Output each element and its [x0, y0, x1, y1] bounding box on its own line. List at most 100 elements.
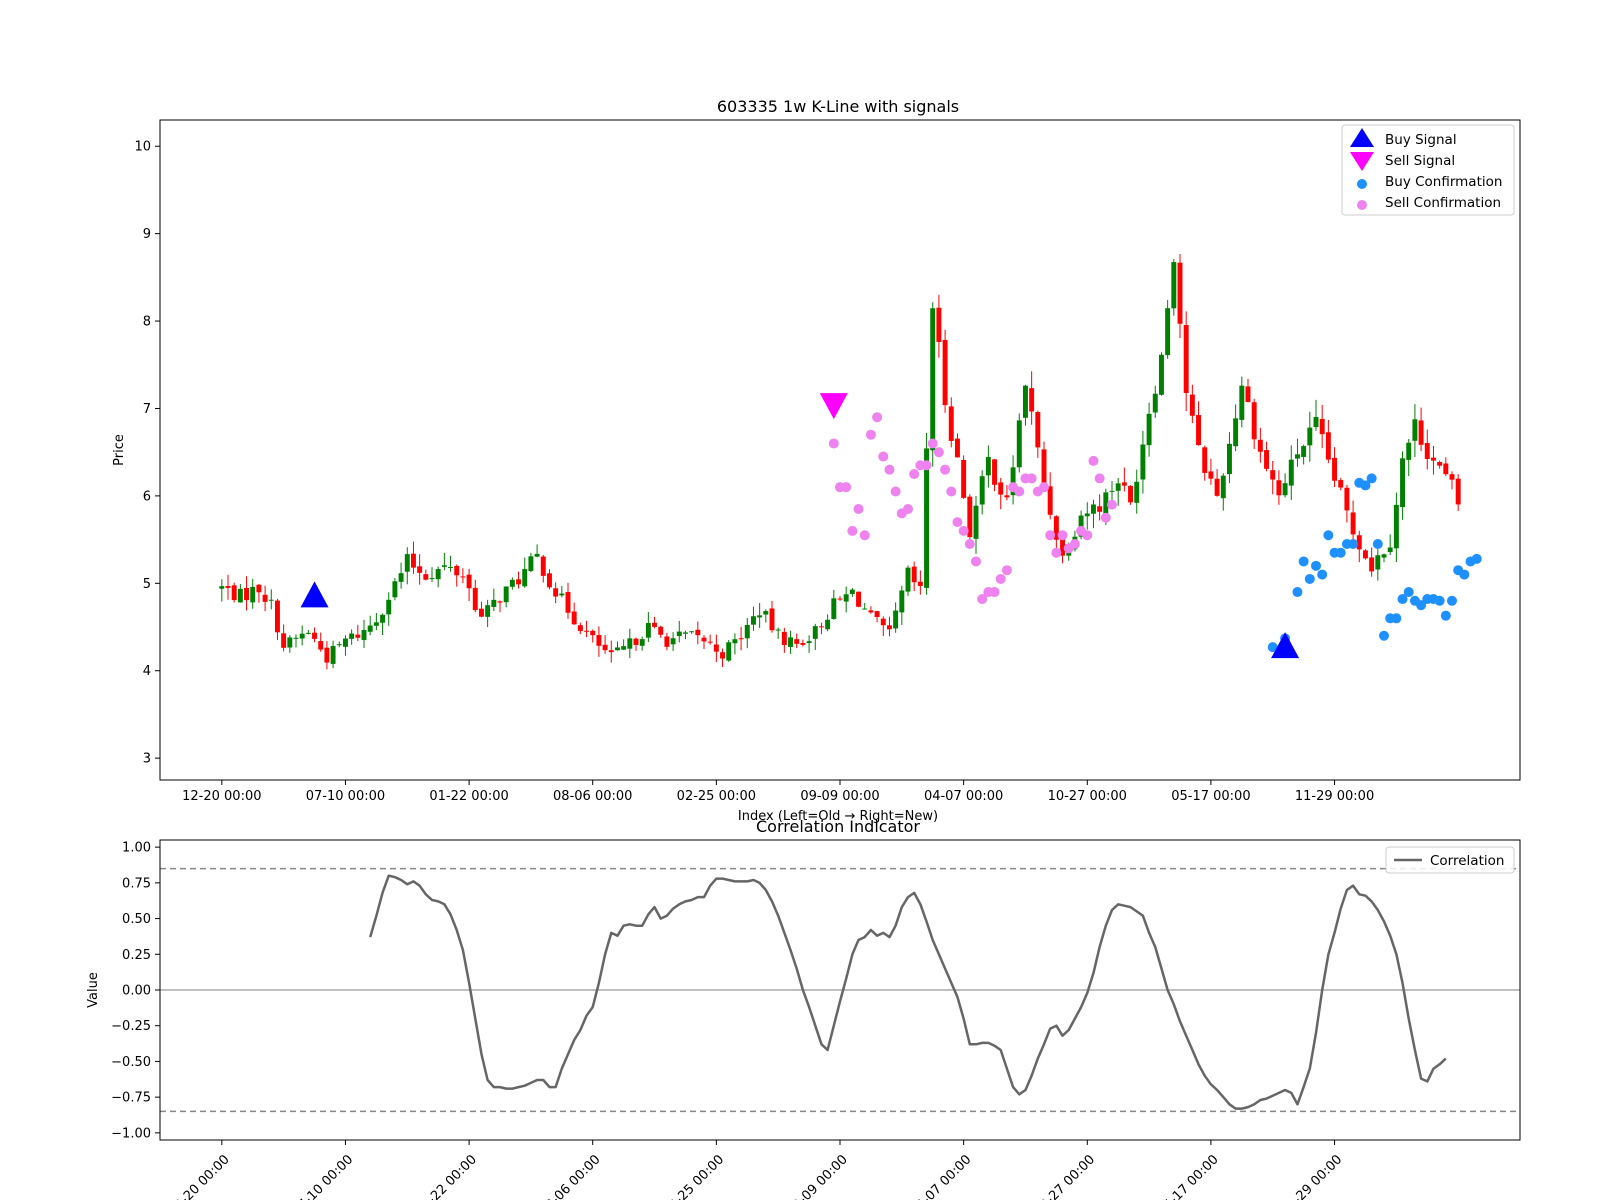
- candle-body: [423, 574, 429, 580]
- sell-confirmation-point: [1069, 538, 1080, 549]
- candle-body: [596, 635, 602, 646]
- candle-body: [1109, 490, 1115, 492]
- candle-body: [849, 589, 855, 594]
- candle-body: [361, 630, 367, 641]
- sell-confirmation-point: [890, 486, 901, 497]
- kline-x-tick-label: 10-27 00:00: [1048, 789, 1127, 804]
- candle-body: [1307, 427, 1313, 446]
- sell-confirmation-point: [859, 530, 870, 541]
- candle-body: [744, 624, 750, 639]
- candle-body: [985, 457, 991, 476]
- candle-body: [1313, 416, 1319, 428]
- kline-x-tick-label: 12-20 00:00: [182, 789, 261, 804]
- buy-confirmation-point: [1311, 560, 1321, 571]
- candle-body: [713, 644, 719, 652]
- candle-body: [1387, 547, 1393, 553]
- buy-confirmation-point: [1447, 595, 1457, 606]
- candle-body: [917, 581, 923, 586]
- candle-body: [794, 639, 800, 644]
- candle-body: [831, 598, 837, 619]
- candle-body: [1344, 487, 1350, 511]
- candle-body: [546, 573, 552, 588]
- candle-body: [1375, 555, 1381, 570]
- candle-body: [862, 608, 868, 610]
- sell-confirmation-point: [1045, 530, 1056, 541]
- candle-body: [516, 579, 522, 585]
- buy-confirmation-point: [1335, 547, 1346, 558]
- candle-body: [1208, 471, 1214, 479]
- correlation-x-tick-label: 11-29 00:00: [1279, 1152, 1346, 1200]
- candle-body: [565, 592, 571, 613]
- correlation-series-line: [368, 874, 1447, 1110]
- candle-body: [244, 587, 250, 601]
- candle-body: [645, 623, 651, 638]
- candle-body: [800, 642, 806, 645]
- sell-confirmation-point: [841, 482, 852, 493]
- candle-body: [788, 637, 794, 647]
- candle-body: [528, 556, 534, 571]
- candle-body: [899, 590, 905, 613]
- candle-body: [1319, 418, 1325, 435]
- kline-axes-frame: [159, 119, 1521, 781]
- candle-body: [466, 574, 472, 589]
- candle-body: [1196, 415, 1202, 446]
- candle-body: [775, 629, 781, 631]
- candle-body: [868, 610, 874, 613]
- candle-body: [1214, 478, 1220, 496]
- correlation-y-ticks: 1.00 0.75 0.50 0.25 0.00 −0.25 −0.50 −0.75 −1.00: [111, 841, 160, 1141]
- candle-body: [491, 599, 497, 607]
- kline-y-tick-label: 10: [134, 140, 151, 155]
- candle-body: [676, 631, 682, 636]
- candle-body: [1294, 454, 1300, 459]
- candle-body: [305, 632, 311, 634]
- candle-body: [1282, 483, 1288, 496]
- candle-body: [1437, 461, 1443, 466]
- candle-body: [478, 608, 484, 617]
- sell-confirmation-point: [903, 504, 913, 515]
- candle-body: [1084, 513, 1090, 517]
- candle-body: [806, 641, 812, 644]
- candle-body: [312, 632, 318, 639]
- candle-body: [701, 637, 707, 642]
- candle-body: [1239, 385, 1245, 420]
- sell-confirmation-point: [1082, 530, 1093, 541]
- candle-body: [392, 581, 398, 598]
- candle-body: [1369, 557, 1375, 572]
- candle-body: [856, 591, 862, 607]
- candle-body: [633, 638, 639, 645]
- sell-confirmation-point: [964, 538, 975, 549]
- correlation-x-tick-label: 07-10 00:00: [290, 1152, 357, 1200]
- candle-body: [342, 638, 348, 647]
- sell-confirmation-point: [872, 412, 883, 423]
- buy-confirmation-point: [1391, 613, 1402, 624]
- buy-confirmation-point: [1304, 573, 1315, 584]
- candle-body: [410, 553, 416, 568]
- candle-body: [404, 554, 410, 572]
- kline-y-tick-label: 7: [143, 402, 151, 417]
- sell-confirmation-point: [1094, 473, 1105, 484]
- candle-body: [1412, 419, 1418, 441]
- kline-x-ticks: 12-20 00:00 07-10 00:00 01-22 00:00 08-06 0…: [182, 780, 1374, 804]
- candle-body: [497, 601, 503, 603]
- candle-body: [874, 611, 880, 618]
- sell-confirmation-point: [1057, 530, 1068, 541]
- sell-confirmation-point: [921, 460, 932, 471]
- candle-body: [689, 631, 695, 633]
- candle-body: [961, 459, 967, 498]
- candle-body: [1140, 444, 1146, 480]
- candle-body: [614, 647, 620, 651]
- candle-body: [398, 573, 404, 582]
- sell-confirmation-point: [927, 438, 938, 449]
- buy-confirmation-point: [1372, 538, 1383, 549]
- candle-body: [1022, 385, 1028, 418]
- candle-body: [441, 565, 447, 567]
- sell-confirmation-point: [1001, 565, 1012, 576]
- correlation-legend: Correlation: [1385, 846, 1515, 874]
- candle-body: [349, 633, 355, 639]
- kline-panel: 603335 1w K-Line with signals 12-20 00:0…: [112, 97, 1521, 824]
- candle-body: [509, 579, 515, 587]
- candle-body: [1128, 485, 1134, 503]
- confirmation-legend-icon: [1357, 179, 1367, 189]
- candle-body: [979, 476, 985, 505]
- candle-body: [268, 599, 274, 601]
